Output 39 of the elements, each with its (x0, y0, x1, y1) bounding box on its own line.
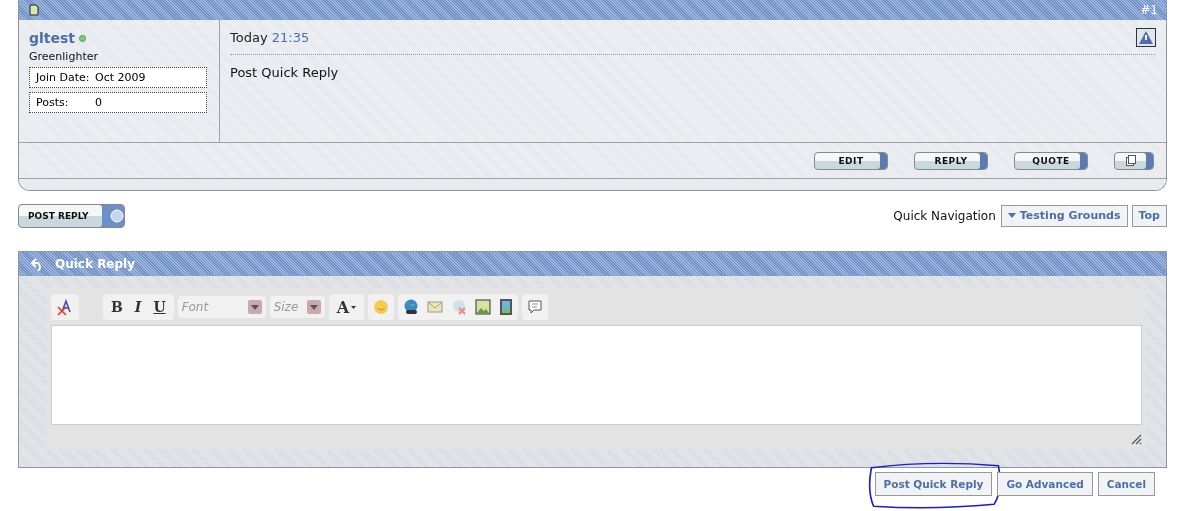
stat-value: 0 (95, 96, 102, 109)
top-button[interactable]: Top (1131, 204, 1167, 227)
film-icon (499, 299, 514, 315)
speech-bubble-icon (527, 299, 544, 315)
resize-grip-icon (1130, 433, 1142, 445)
post-date: Today 21:35 (230, 30, 310, 45)
unlink-icon (451, 299, 468, 315)
envelope-icon (427, 299, 444, 315)
globe-link-icon (403, 299, 420, 315)
form-button[interactable]: Go Advanced (997, 472, 1093, 496)
report-icon[interactable] (1136, 28, 1156, 47)
italic-button[interactable]: I (131, 297, 145, 317)
quick-reply-title: Quick Reply (55, 257, 136, 271)
stat-label: Join Date: (36, 71, 91, 84)
stat-value: Oct 2009 (95, 71, 146, 84)
stat-label: Posts: (36, 96, 70, 109)
post-action-button[interactable]: EDIT (814, 151, 888, 170)
quick-navigation-menu[interactable]: Testing Grounds (1000, 204, 1128, 227)
circle-icon (109, 208, 124, 223)
post-message: Post Quick Reply (230, 65, 340, 80)
quick-navigation-label: Quick Navigation (893, 208, 996, 223)
form-button[interactable]: Cancel (1097, 472, 1155, 496)
username-link[interactable]: gltest (29, 30, 76, 46)
caret-icon (1007, 213, 1016, 218)
post-action-button[interactable]: REPLY (914, 151, 988, 170)
bold-button[interactable]: B (108, 297, 126, 317)
smiley-icon (373, 299, 390, 315)
remove-format-icon (56, 298, 74, 316)
post-action-button[interactable]: QUOTE (1014, 151, 1088, 170)
document-icon (29, 4, 39, 16)
post-number: #1 (1140, 3, 1158, 17)
user-title: Greenlighter (29, 50, 99, 63)
underline-button[interactable]: U (150, 297, 169, 317)
image-icon (475, 299, 492, 315)
multi-quote-button[interactable] (1114, 151, 1154, 170)
caret-icon (351, 305, 357, 309)
copy-icon (1126, 155, 1136, 166)
form-button[interactable]: Post Quick Reply (874, 472, 993, 496)
post-reply-button[interactable]: POST REPLY (18, 203, 125, 228)
